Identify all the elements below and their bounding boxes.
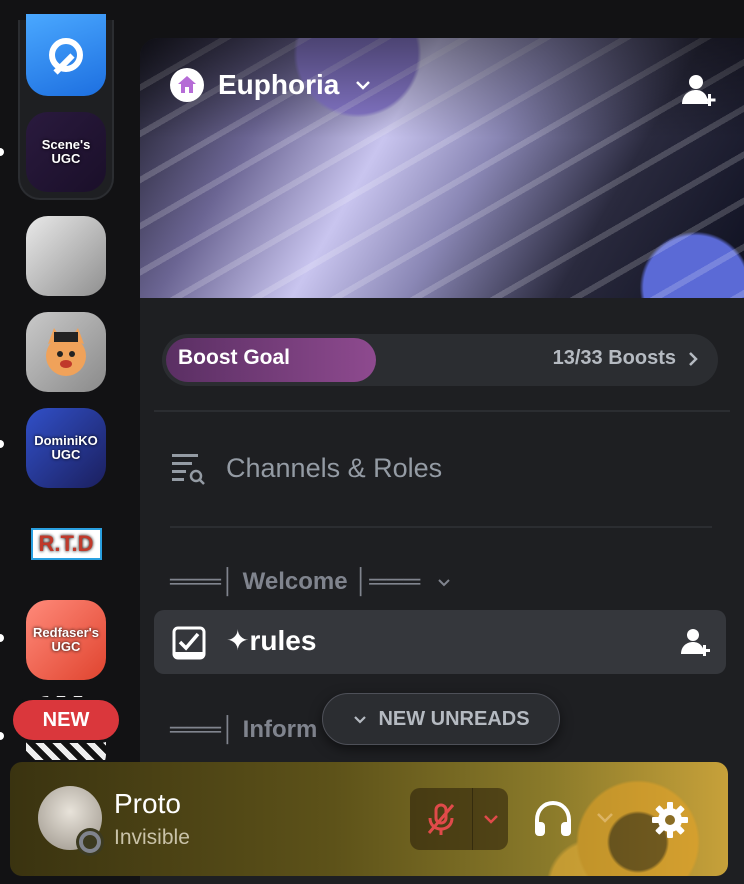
chevron-right-icon xyxy=(689,352,698,366)
invisible-status-icon xyxy=(76,828,104,856)
chevron-down-icon xyxy=(354,716,367,724)
invite-icon[interactable] xyxy=(680,626,712,658)
mic-control xyxy=(410,788,508,850)
server-rail: Scene's UGC DominiKO UGC R.T.D Redfaser'… xyxy=(0,0,138,760)
boost-goal-bar[interactable]: Boost Goal 13/33 Boosts xyxy=(162,334,718,386)
server-label: R.T.D xyxy=(30,528,102,560)
cat-face-icon xyxy=(46,328,86,376)
divider xyxy=(170,526,712,528)
new-badge[interactable]: NEW xyxy=(10,697,122,743)
mic-options-button[interactable] xyxy=(472,788,508,850)
unread-pill xyxy=(0,634,4,642)
unread-pill xyxy=(0,440,4,448)
boost-label: Boost Goal xyxy=(178,346,291,369)
add-member-icon[interactable] xyxy=(680,70,720,110)
new-unreads-button[interactable]: NEW UNREADS xyxy=(322,693,560,745)
community-icon xyxy=(170,68,204,102)
server-name: Euphoria xyxy=(218,69,340,100)
wrench-gear-icon xyxy=(49,38,83,75)
unread-pill xyxy=(0,148,4,156)
server-icon-anime[interactable] xyxy=(26,216,106,296)
headphones-icon[interactable] xyxy=(532,798,574,840)
user-status: Invisible xyxy=(114,826,190,849)
server-header[interactable]: Euphoria xyxy=(170,68,373,102)
server-icon-cat[interactable] xyxy=(26,312,106,392)
server-label: Redfaser's UGC xyxy=(33,625,99,654)
unread-pill xyxy=(0,732,4,740)
channels-and-roles-label: Channels & Roles xyxy=(226,452,443,483)
gear-icon[interactable] xyxy=(650,800,690,840)
divider xyxy=(154,410,730,412)
mute-button[interactable] xyxy=(410,788,472,850)
user-name[interactable]: Proto xyxy=(114,788,181,820)
mic-muted-icon xyxy=(427,803,455,835)
channel-rules[interactable]: ✦rules xyxy=(154,610,726,674)
browse-channels-icon xyxy=(172,454,205,485)
server-icon-scenes-ugc[interactable]: Scene's UGC xyxy=(26,112,106,192)
server-icon-dominiko-ugc[interactable]: DominiKO UGC xyxy=(26,408,106,488)
boost-count: 13/33 Boosts xyxy=(552,347,676,369)
chevron-down-icon[interactable] xyxy=(594,806,616,828)
rules-channel-icon xyxy=(172,626,206,660)
category-label: ═══│ Inform xyxy=(170,716,318,743)
category-label: ═══│ Welcome │═══ xyxy=(170,568,421,595)
server-label: DominiKO UGC xyxy=(34,433,98,462)
channel-name: ✦rules xyxy=(226,625,317,656)
new-unreads-label: NEW UNREADS xyxy=(378,707,530,730)
channel-panel: Euphoria Boost Goal 13/33 Boosts Channel… xyxy=(140,38,744,884)
chevron-down-icon xyxy=(356,81,371,90)
user-panel: Proto Invisible xyxy=(10,762,728,876)
channels-and-roles-button[interactable]: Channels & Roles xyxy=(170,450,442,486)
chevron-down-icon xyxy=(438,579,451,587)
category-welcome[interactable]: ═══│ Welcome │═══ xyxy=(170,568,452,596)
server-label: Scene's UGC xyxy=(41,137,91,166)
server-icon-tools[interactable] xyxy=(26,14,106,96)
category-information[interactable]: ═══│ Inform xyxy=(170,716,317,744)
chevron-down-icon xyxy=(483,815,498,824)
server-icon-redfaser-ugc[interactable]: Redfaser's UGC xyxy=(26,600,106,680)
server-icon-rtd[interactable]: R.T.D xyxy=(26,504,106,584)
